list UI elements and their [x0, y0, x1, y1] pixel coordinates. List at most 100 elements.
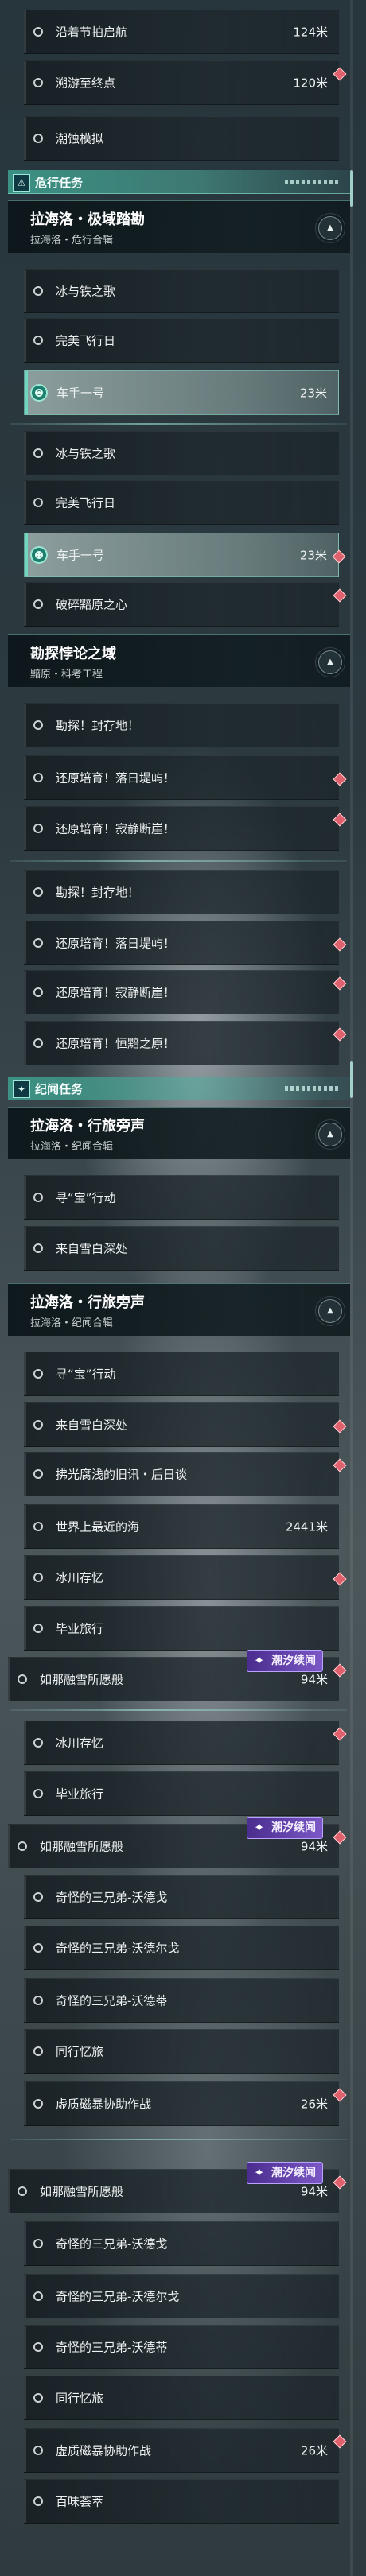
- quest-title: 毕业旅行: [56, 1787, 104, 1802]
- quest-distance: 26米: [300, 2097, 328, 2112]
- quest-row[interactable]: 同行忆旅: [24, 2376, 339, 2420]
- quest-row[interactable]: 如那融雪所愿般 94米 潮汐续闻: [8, 2162, 347, 2213]
- map-marker-icon: [333, 1727, 347, 1741]
- quest-row[interactable]: 冰与铁之歌: [24, 431, 339, 475]
- quest-distance: 94米: [300, 2184, 328, 2199]
- quest-row[interactable]: 破碎黯原之心: [24, 582, 347, 627]
- quest-row[interactable]: 沿着节拍启航 124米: [24, 10, 339, 54]
- quest-row[interactable]: 勘探！封存地！: [24, 870, 339, 914]
- quest-row[interactable]: 奇怪的三兄弟-沃德蒂: [24, 1978, 339, 2023]
- quest-row[interactable]: 溯游至终点 120米: [24, 60, 347, 105]
- quest-row[interactable]: 冰与铁之歌: [24, 269, 339, 313]
- quest-row[interactable]: 奇怪的三兄弟-沃德尔戈: [24, 2274, 339, 2318]
- map-marker-icon: [333, 1419, 347, 1433]
- quest-group-header[interactable]: 勘探悖论之域 黯原・科考工程 ▲: [8, 634, 350, 687]
- quest-title: 奇怪的三兄弟-沃德蒂: [56, 1993, 168, 2008]
- quest-group-header[interactable]: 拉海洛・行旅旁声 拉海洛・纪闻合辑 ▲: [8, 1107, 350, 1159]
- quest-row[interactable]: 来自雪白深处: [24, 1402, 347, 1447]
- quest-status-circle-icon: [33, 1624, 43, 1633]
- quest-status-circle-icon: [33, 2239, 43, 2248]
- quest-status-circle-icon: [33, 498, 43, 507]
- map-marker-icon: [333, 976, 347, 991]
- quest-row[interactable]: 虚质磁暴协助作战 26米: [24, 2081, 347, 2126]
- warning-icon: ⚠: [13, 174, 30, 192]
- quest-title: 来自雪白深处: [56, 1241, 128, 1256]
- quest-row[interactable]: 还原培育！恒黯之原！: [24, 1021, 347, 1065]
- tide-chronicle-badge: 潮汐续闻: [247, 1650, 323, 1672]
- quest-distance: 23米: [299, 548, 327, 563]
- quest-status-circle-icon: [18, 1674, 27, 1684]
- quest-row[interactable]: 奇怪的三兄弟-沃德戈: [24, 2221, 339, 2266]
- quest-title: 同行忆旅: [56, 2044, 104, 2059]
- quest-row[interactable]: 同行忆旅: [24, 2029, 339, 2074]
- quest-row[interactable]: 还原培育！寂静断崖！: [24, 970, 347, 1014]
- quest-distance: 120米: [293, 76, 328, 91]
- quest-row[interactable]: 还原培育！落日堤屿！: [24, 921, 347, 965]
- list-divider: [10, 423, 347, 425]
- quest-row[interactable]: 如那融雪所愿般 94米 潮汐续闻: [8, 1817, 347, 1868]
- quest-row[interactable]: 勘探！封存地！: [24, 703, 339, 747]
- quest-row[interactable]: 完美飞行日: [24, 318, 339, 363]
- group-title: 拉海洛・极域踏勘: [30, 211, 145, 228]
- group-title: 拉海洛・行旅旁声: [30, 1118, 145, 1135]
- sparkle-icon: ✦: [13, 1080, 30, 1098]
- collapse-caret-icon[interactable]: ▲: [315, 1296, 345, 1326]
- quest-group-header[interactable]: 拉海洛・行旅旁声 拉海洛・纪闻合辑 ▲: [8, 1283, 350, 1336]
- tide-chronicle-badge: 潮汐续闻: [247, 1817, 323, 1839]
- quest-status-circle-icon: [33, 1369, 43, 1379]
- quest-status-circle-icon: [33, 336, 43, 345]
- quest-title: 冰与铁之歌: [56, 284, 116, 299]
- section-header-chronicle-quests[interactable]: ✦ 纪闻任务: [8, 1077, 350, 1100]
- quest-status-circle-icon: [33, 2099, 43, 2109]
- quest-row[interactable]: 如那融雪所愿般 94米 潮汐续闻: [8, 1650, 347, 1701]
- quest-title: 寻“宝”行动: [56, 1367, 116, 1382]
- quest-row[interactable]: 毕业旅行: [24, 1771, 339, 1816]
- collapse-caret-icon[interactable]: ▲: [315, 647, 345, 677]
- quest-row[interactable]: 完美飞行日: [24, 480, 339, 525]
- section-header-dangerous-quests[interactable]: ⚠ 危行任务: [8, 170, 350, 194]
- quest-row[interactable]: 奇怪的三兄弟-沃德戈: [24, 1875, 339, 1919]
- quest-row[interactable]: 寻“宝”行动: [24, 1352, 339, 1396]
- section-decoration: [285, 180, 341, 184]
- quest-status-circle-icon: [18, 2186, 27, 2196]
- quest-row[interactable]: 还原培育！落日堤屿！: [24, 755, 347, 800]
- quest-row[interactable]: 还原培育！寂静断崖！: [24, 806, 347, 851]
- map-marker-icon: [333, 1572, 347, 1586]
- quest-status-circle-icon: [18, 1841, 27, 1851]
- scrollbar-thumb[interactable]: [350, 170, 353, 207]
- quest-status-circle-icon: [33, 1996, 43, 2005]
- scrollbar-thumb-2[interactable]: [350, 1061, 353, 1098]
- collapse-caret-icon[interactable]: ▲: [315, 213, 345, 243]
- quest-title: 奇怪的三兄弟-沃德蒂: [56, 2340, 168, 2355]
- map-marker-icon: [333, 588, 347, 603]
- quest-title: 破碎黯原之心: [56, 597, 128, 612]
- quest-row[interactable]: 奇怪的三兄弟-沃德尔戈: [24, 1926, 339, 1970]
- quest-row[interactable]: 寻“宝”行动: [24, 1175, 339, 1220]
- quest-row[interactable]: 奇怪的三兄弟-沃德蒂: [24, 2325, 339, 2369]
- collapse-caret-icon[interactable]: ▲: [315, 1119, 345, 1150]
- quest-row[interactable]: 拂光腐浅的旧讯・后日谈: [24, 1452, 347, 1496]
- quest-title: 冰川存忆: [56, 1736, 104, 1751]
- quest-row[interactable]: 来自雪白深处: [24, 1226, 339, 1271]
- map-marker-icon: [333, 2175, 347, 2190]
- quest-distance: 23米: [299, 386, 327, 401]
- quest-row[interactable]: 潮蚀模拟: [24, 116, 339, 161]
- scrollbar-track[interactable]: [350, 0, 353, 2576]
- map-marker-icon: [333, 2434, 347, 2449]
- quest-distance: 2441米: [285, 1519, 328, 1534]
- quest-row[interactable]: 冰川存忆: [24, 1721, 347, 1765]
- quest-row[interactable]: 毕业旅行: [24, 1606, 339, 1651]
- quest-title: 还原培育！寂静断崖！: [56, 821, 176, 836]
- quest-title: 奇怪的三兄弟-沃德尔戈: [56, 2289, 180, 2304]
- quest-group-header[interactable]: 拉海洛・极域踏勘 拉海洛・危行合辑 ▲: [8, 200, 350, 253]
- quest-row[interactable]: 虚质磁暴协助作战 26米: [24, 2428, 347, 2473]
- quest-status-circle-icon: [33, 1943, 43, 1953]
- quest-row-tracked[interactable]: 车手一号 23米: [24, 370, 339, 415]
- quest-status-circle-icon: [33, 720, 43, 730]
- quest-row-tracked[interactable]: 车手一号 23米: [24, 533, 346, 577]
- quest-status-circle-icon: [33, 1738, 43, 1748]
- quest-row[interactable]: 冰川存忆: [24, 1555, 347, 1600]
- quest-row[interactable]: 百味荟萃: [24, 2479, 339, 2524]
- quest-row[interactable]: 世界上最近的海 2441米: [24, 1504, 339, 1549]
- quest-title: 同行忆旅: [56, 2391, 104, 2406]
